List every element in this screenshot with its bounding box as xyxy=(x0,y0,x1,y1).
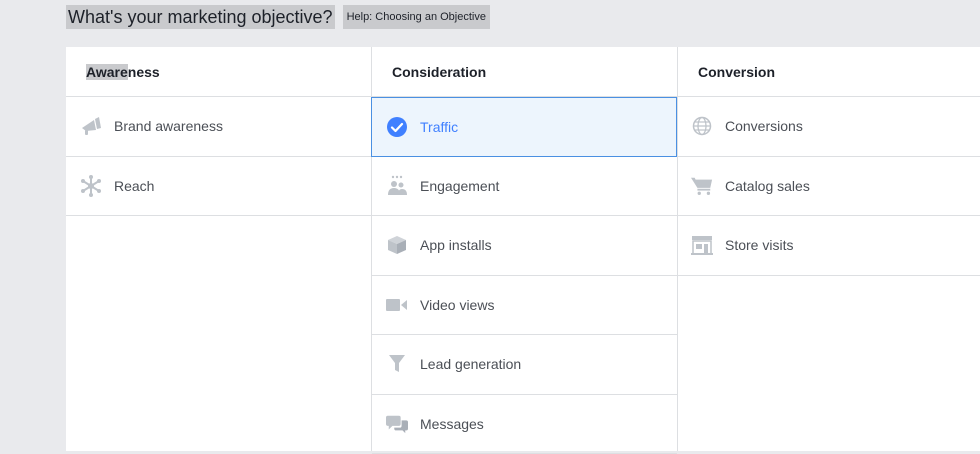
objective-brand-awareness[interactable]: Brand awareness xyxy=(66,97,371,157)
conversion-column: Conversion Conversions xyxy=(678,47,980,451)
heading-highlight: Aware xyxy=(86,64,128,80)
storefront-icon xyxy=(691,234,713,256)
video-camera-icon xyxy=(386,294,408,316)
page-title: What's your marketing objective? xyxy=(66,5,335,29)
chat-bubbles-icon xyxy=(386,413,408,435)
awareness-column: Awareness Brand awareness xyxy=(66,47,372,451)
consideration-column: Consideration Traffic xyxy=(372,47,678,451)
objective-conversions[interactable]: Conversions xyxy=(678,97,980,157)
objective-header: What's your marketing objective? Help: C… xyxy=(66,5,490,29)
heading-rest: ness xyxy=(128,64,160,80)
objective-label: Reach xyxy=(114,178,154,194)
objective-label: Brand awareness xyxy=(114,118,223,134)
reach-asterisk-icon xyxy=(80,175,102,197)
objective-label: Video views xyxy=(420,297,494,313)
objective-app-installs[interactable]: App installs xyxy=(372,216,677,276)
globe-icon xyxy=(691,115,713,137)
objective-panel: Awareness Brand awareness xyxy=(66,47,980,451)
objective-engagement[interactable]: Engagement xyxy=(372,157,677,217)
objective-label: Conversions xyxy=(725,118,803,134)
column-heading-awareness: Awareness xyxy=(66,47,371,97)
funnel-icon xyxy=(386,353,408,375)
objective-messages[interactable]: Messages xyxy=(372,395,677,454)
megaphone-icon xyxy=(80,115,102,137)
objective-store-visits[interactable]: Store visits xyxy=(678,216,980,276)
people-icon xyxy=(386,175,408,197)
objective-label: Messages xyxy=(420,416,484,432)
objective-label: Store visits xyxy=(725,237,793,253)
objective-lead-generation[interactable]: Lead generation xyxy=(372,335,677,395)
objective-traffic[interactable]: Traffic xyxy=(371,97,677,157)
column-heading-consideration: Consideration xyxy=(372,47,677,97)
objective-catalog-sales[interactable]: Catalog sales xyxy=(678,157,980,217)
help-link[interactable]: Help: Choosing an Objective xyxy=(343,5,490,29)
check-circle-icon xyxy=(386,116,408,138)
objective-video-views[interactable]: Video views xyxy=(372,276,677,336)
box-icon xyxy=(386,234,408,256)
objective-label: Lead generation xyxy=(420,356,521,372)
column-heading-conversion: Conversion xyxy=(678,47,980,97)
objective-label: Catalog sales xyxy=(725,178,810,194)
objective-label: Engagement xyxy=(420,178,499,194)
objective-label: Traffic xyxy=(420,119,458,135)
shopping-cart-icon xyxy=(691,175,713,197)
objective-label: App installs xyxy=(420,237,492,253)
objective-reach[interactable]: Reach xyxy=(66,157,371,217)
